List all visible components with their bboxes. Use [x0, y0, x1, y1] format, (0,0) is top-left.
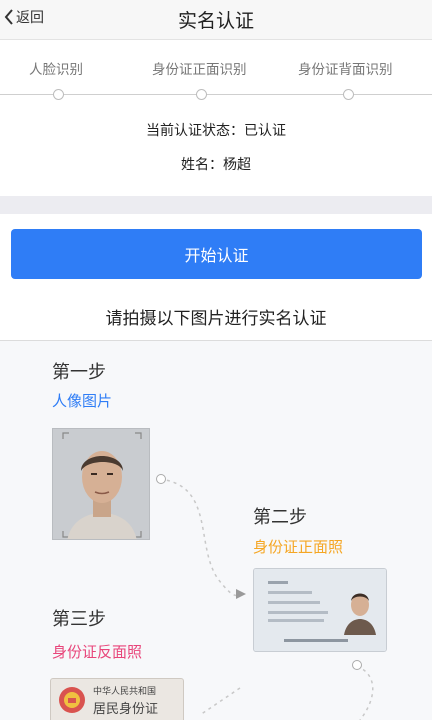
section-divider [0, 196, 432, 214]
guide-illustration: 第一步 人像图片 第二步 身份证正面照 第三步 身份证反面照 中华人民共和国 居… [0, 341, 432, 720]
step-dot-face [53, 89, 64, 100]
auth-status: 当前认证状态：已认证 [146, 123, 286, 139]
page-title: 实名认证 [177, 10, 254, 32]
progress-line [0, 94, 432, 95]
step-label-id-back: 身份证背面识别 [298, 62, 393, 78]
id-front-icon [254, 569, 386, 651]
step1-subtitle: 人像图片 [52, 392, 113, 410]
step2-title: 第二步 [253, 507, 307, 528]
id-card-front-image [253, 568, 387, 652]
step-label-id-front: 身份证正面识别 [152, 62, 247, 78]
user-name: 姓名：杨超 [181, 157, 251, 173]
id-card-back-image: 中华人民共和国 居民身份证 [50, 678, 184, 720]
step2-subtitle: 身份证正面照 [253, 538, 344, 556]
navigation-bar: 返回 实名认证 [0, 0, 432, 40]
step-label-face: 人脸识别 [29, 62, 83, 78]
step1-title: 第一步 [52, 362, 106, 383]
id-back-line2: 居民身份证 [93, 702, 159, 717]
portrait-image [52, 428, 150, 540]
verification-steps: 人脸识别 身份证正面识别 身份证背面识别 当前认证状态：已认证 姓名：杨超 [0, 41, 432, 181]
start-verification-button[interactable]: 开始认证 [11, 229, 422, 279]
step3-subtitle: 身份证反面照 [52, 643, 143, 661]
instruction-text: 请拍摄以下图片进行实名认证 [105, 309, 327, 329]
id-back-line1: 中华人民共和国 [93, 687, 157, 697]
step3-title: 第三步 [52, 609, 106, 630]
step-dot-id-back [343, 89, 354, 100]
national-emblem-icon [59, 687, 85, 713]
step-dot-id-front [196, 89, 207, 100]
face-icon [53, 429, 149, 539]
